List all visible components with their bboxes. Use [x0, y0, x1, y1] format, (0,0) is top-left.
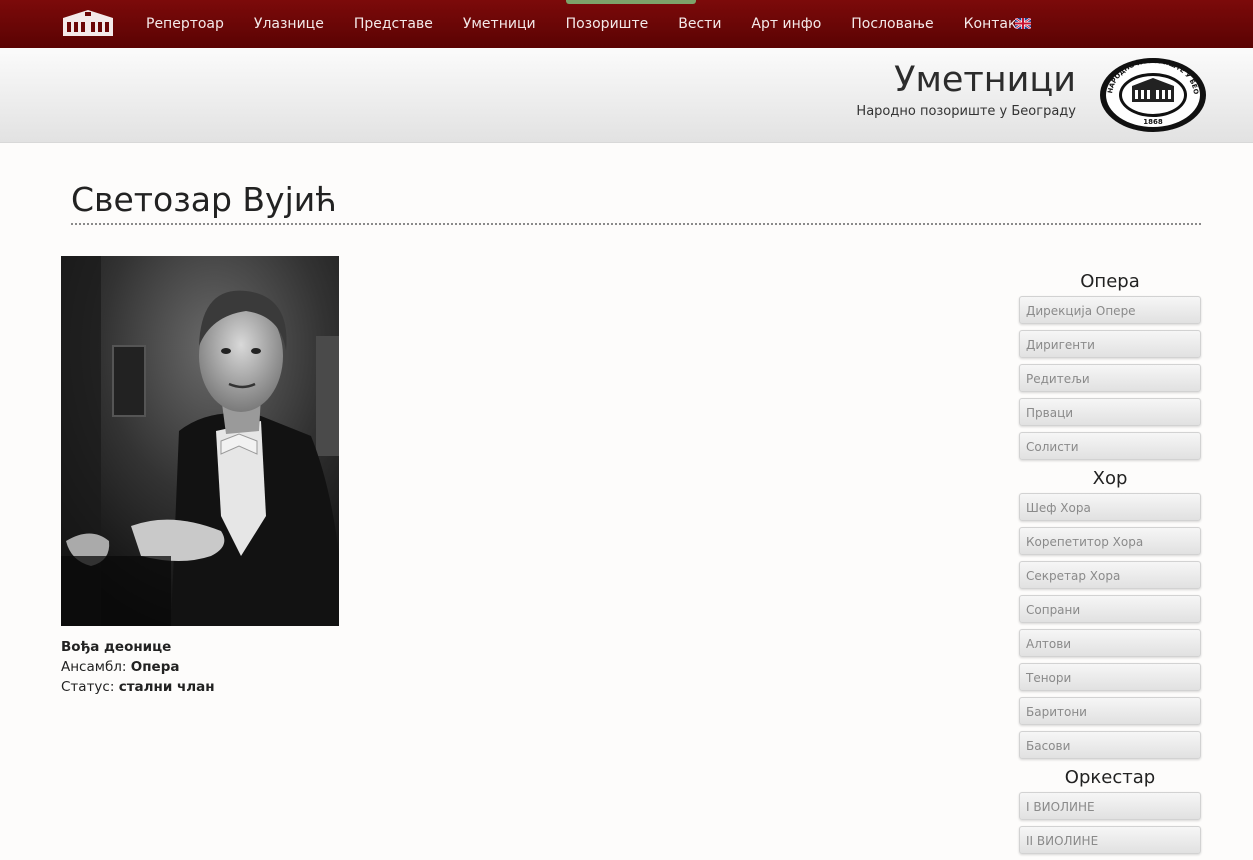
sidebar-item-choir-repetiteur[interactable]: Корепетитор Хора: [1019, 527, 1201, 555]
sidebar-item-basses[interactable]: Басови: [1019, 731, 1201, 759]
theatre-logo-icon[interactable]: [61, 8, 115, 38]
sidebar-item-violins-2[interactable]: II ВИОЛИНЕ: [1019, 826, 1201, 854]
status-value: стални члан: [118, 679, 215, 695]
nav-item-artists[interactable]: Уметници: [448, 1, 551, 47]
artist-role: Вођа деонице: [61, 639, 172, 655]
theatre-seal-logo[interactable]: НАРОДНО ПОЗОРИШТЕ У БЕОГРАДУ 1868: [1098, 56, 1208, 134]
sidebar-heading-choir: Хор: [1092, 468, 1128, 489]
sidebar-heading-orchestra: Оркестар: [1064, 767, 1156, 788]
sidebar-item-baritones[interactable]: Баритони: [1019, 697, 1201, 725]
ensemble-value: Опера: [130, 659, 180, 675]
sidebar-item-opera-direction[interactable]: Дирекција Опере: [1019, 296, 1201, 324]
sidebar-item-choir-secretary[interactable]: Секретар Хора: [1019, 561, 1201, 589]
sidebar-item-violins-1[interactable]: I ВИОЛИНЕ: [1019, 792, 1201, 820]
seal-year: 1868: [1143, 118, 1163, 126]
ensemble-label: Ансамбл:: [61, 659, 127, 675]
artist-photo: [61, 256, 339, 626]
section-title: Уметници: [894, 60, 1076, 100]
artist-info: Вођа деонице Ансамбл: Опера Статус: стал…: [61, 637, 215, 697]
nav-item-performances[interactable]: Представе: [339, 1, 448, 47]
sidebar-item-sopranos[interactable]: Сопрани: [1019, 595, 1201, 623]
artists-sidebar: Опера Дирекција Опере Диригенти Редитељи…: [1019, 268, 1201, 860]
sidebar-item-conductors[interactable]: Диригенти: [1019, 330, 1201, 358]
status-label: Статус:: [61, 679, 115, 695]
sidebar-item-tenors[interactable]: Тенори: [1019, 663, 1201, 691]
artist-photo-image: [61, 256, 339, 626]
top-navbar: Репертоар Улазнице Представе Уметници По…: [0, 0, 1253, 48]
section-subtitle: Народно позориште у Београду: [856, 104, 1076, 119]
nav-item-theatre[interactable]: Позориште: [551, 1, 664, 47]
sidebar-item-directors[interactable]: Редитељи: [1019, 364, 1201, 392]
nav-item-tickets[interactable]: Улазнице: [239, 1, 339, 47]
nav-item-art-info[interactable]: Арт инфо: [736, 1, 836, 47]
nav-item-business[interactable]: Пословање: [836, 1, 948, 47]
title-divider: [71, 223, 1201, 225]
main-menu: Репертоар Улазнице Представе Уметници По…: [131, 0, 1040, 48]
uk-flag-icon[interactable]: [1015, 18, 1031, 29]
sidebar-item-soloists[interactable]: Солисти: [1019, 432, 1201, 460]
artist-name: Светозар Вујић: [71, 180, 337, 219]
nav-item-repertoire[interactable]: Репертоар: [131, 1, 239, 47]
sidebar-heading-opera: Опера: [1080, 271, 1140, 292]
sidebar-item-choir-chief[interactable]: Шеф Хора: [1019, 493, 1201, 521]
page-header: Уметници Народно позориште у Београду: [0, 48, 1253, 143]
sidebar-item-principals[interactable]: Прваци: [1019, 398, 1201, 426]
sidebar-item-altos[interactable]: Алтови: [1019, 629, 1201, 657]
nav-item-news[interactable]: Вести: [663, 1, 736, 47]
